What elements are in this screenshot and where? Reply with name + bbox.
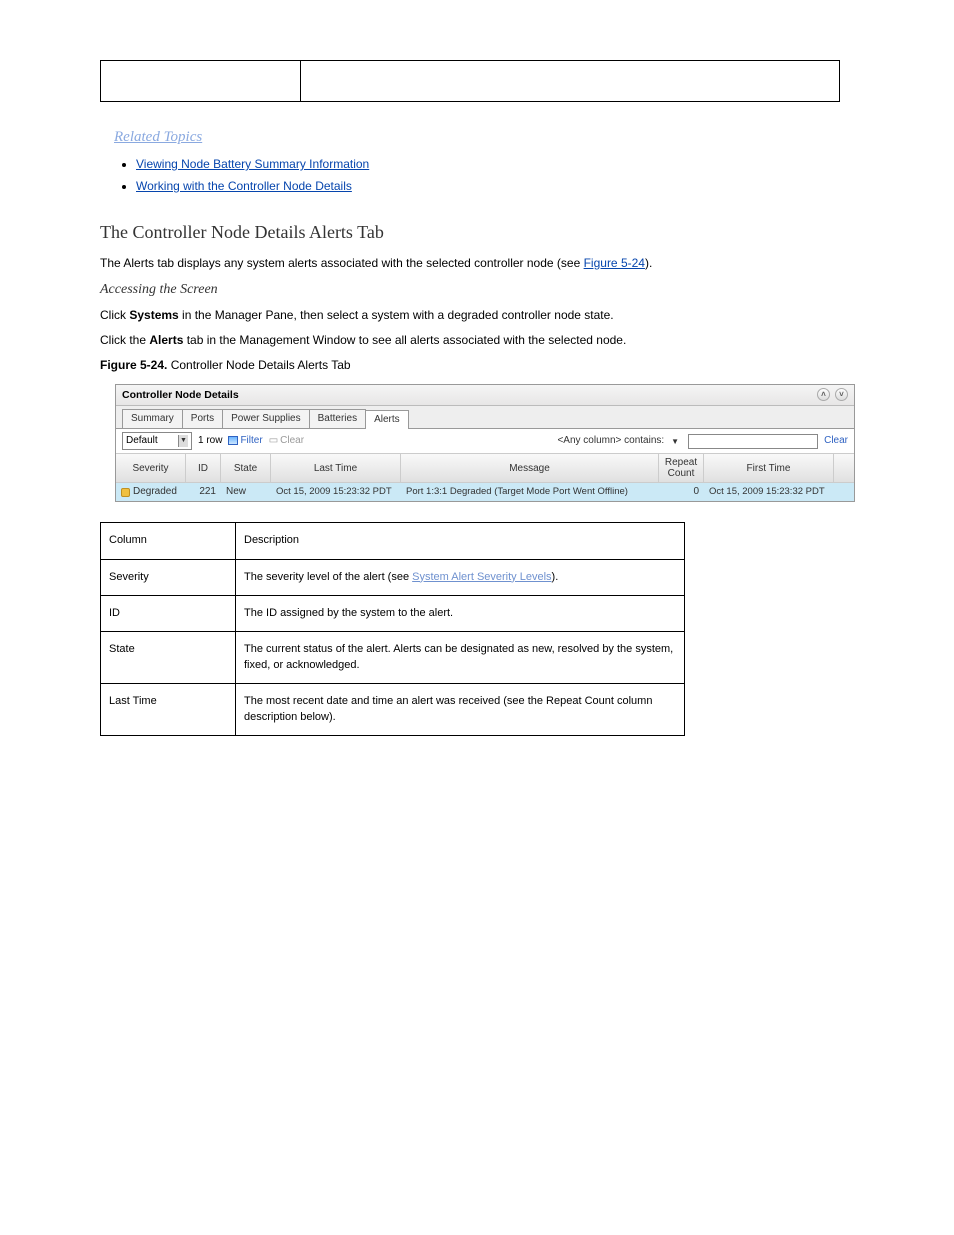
eraser-icon: ▭ — [269, 434, 278, 448]
clear-link[interactable]: Clear — [824, 434, 848, 448]
chevron-down-icon: ▼ — [178, 435, 188, 447]
tab-summary[interactable]: Summary — [122, 409, 183, 428]
collapse-up-icon[interactable]: ˄ — [817, 388, 830, 401]
related-link-2[interactable]: Working with the Controller Node Details — [136, 178, 854, 195]
controller-node-details-panel: Controller Node Details ˄ ˅ Summary Port… — [115, 384, 855, 503]
col-id[interactable]: ID — [186, 454, 221, 482]
panel-tabstrip: Summary Ports Power Supplies Batteries A… — [116, 406, 854, 429]
filter-button[interactable]: Filter — [228, 434, 262, 448]
row-count: 1 row — [198, 434, 222, 448]
severity-degraded-icon — [121, 488, 130, 497]
step-2: Click the Alerts tab in the Management W… — [100, 332, 854, 349]
def-row-state: State The current status of the alert. A… — [101, 632, 685, 684]
figure-ref-link[interactable]: Figure 5-24 — [584, 256, 645, 270]
tab-ports[interactable]: Ports — [182, 409, 223, 428]
view-select[interactable]: Default ▼ — [122, 432, 192, 450]
column-definitions-table: Column Description Severity The severity… — [100, 522, 685, 736]
def-row-severity: Severity The severity level of the alert… — [101, 559, 685, 595]
step-1: Click Systems in the Manager Pane, then … — [100, 307, 854, 324]
clear-filter-button[interactable]: ▭ Clear — [269, 434, 304, 448]
top-table-left — [101, 61, 301, 102]
def-row-header: Column Description — [101, 523, 685, 559]
col-state[interactable]: State — [221, 454, 271, 482]
col-severity[interactable]: Severity — [116, 454, 186, 482]
col-spacer — [834, 454, 854, 482]
related-topics-heading: Related Topics — [114, 127, 854, 148]
alerts-tab-paragraph: The Alerts tab displays any system alert… — [100, 255, 854, 272]
collapse-down-icon[interactable]: ˅ — [835, 388, 848, 401]
table-row[interactable]: Degraded 221 New Oct 15, 2009 15:23:32 P… — [116, 483, 854, 501]
filter-icon — [228, 436, 238, 446]
tab-batteries[interactable]: Batteries — [309, 409, 366, 428]
top-table-right — [301, 61, 840, 102]
panel-titlebar: Controller Node Details ˄ ˅ — [116, 385, 854, 407]
any-column-label: <Any column> contains: — [557, 434, 664, 448]
tab-power-supplies[interactable]: Power Supplies — [222, 409, 309, 428]
tab-alerts[interactable]: Alerts — [365, 410, 409, 429]
col-repeat[interactable]: Repeat Count — [659, 454, 704, 482]
filter-text-input[interactable] — [688, 434, 818, 449]
related-link-1[interactable]: Viewing Node Battery Summary Information — [136, 156, 854, 173]
alerts-tab-heading: The Controller Node Details Alerts Tab — [100, 220, 854, 245]
col-first-time[interactable]: First Time — [704, 454, 834, 482]
top-summary-table — [100, 60, 840, 102]
panel-title: Controller Node Details — [122, 388, 239, 403]
panel-toolbar: Default ▼ 1 row Filter ▭ Clear <Any colu… — [116, 429, 854, 453]
figure-caption: Figure 5-24. Controller Node Details Ale… — [100, 357, 854, 374]
def-row-lasttime: Last Time The most recent date and time … — [101, 684, 685, 736]
col-last-time[interactable]: Last Time — [271, 454, 401, 482]
related-topics-list: Viewing Node Battery Summary Information… — [136, 156, 854, 195]
col-message[interactable]: Message — [401, 454, 659, 482]
dropdown-arrow-icon[interactable]: ▼ — [671, 436, 679, 447]
accessing-heading: Accessing the Screen — [100, 280, 854, 300]
def-row-id: ID The ID assigned by the system to the … — [101, 596, 685, 632]
grid-header-row: Severity ID State Last Time Message Repe… — [116, 453, 854, 483]
severity-levels-link[interactable]: System Alert Severity Levels — [412, 571, 551, 583]
